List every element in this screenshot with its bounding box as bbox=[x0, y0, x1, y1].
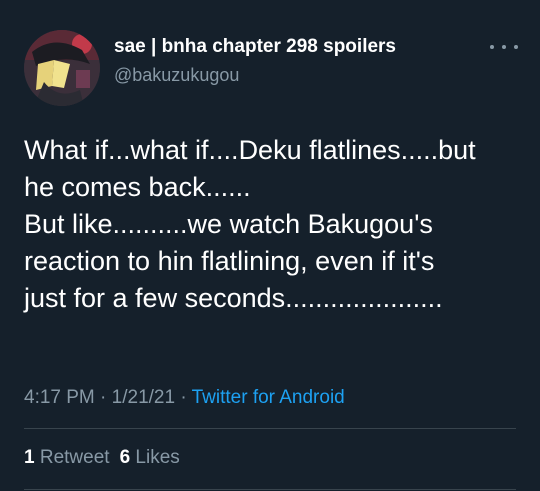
dot bbox=[514, 45, 518, 49]
like-count: 6 bbox=[119, 447, 131, 468]
separator: · bbox=[180, 387, 192, 408]
tweet-meta: 4:17 PM · 1/21/21 · Twitter for Android bbox=[24, 387, 345, 409]
tweet-text-line: But like..........we watch Bakugou's bbox=[24, 209, 433, 239]
tweet-text-line: he comes back...... bbox=[24, 172, 251, 202]
divider bbox=[24, 489, 516, 490]
more-options-icon[interactable] bbox=[490, 38, 518, 56]
tweet-text-line: just for a few seconds..................… bbox=[24, 283, 443, 313]
tweet-time[interactable]: 4:17 PM bbox=[24, 387, 95, 408]
dot bbox=[502, 45, 506, 49]
retweet-label: Retweet bbox=[39, 447, 110, 468]
divider bbox=[24, 428, 516, 429]
likes-stat[interactable]: 6 Likes bbox=[120, 447, 180, 468]
separator: · bbox=[100, 387, 112, 408]
like-label: Likes bbox=[135, 447, 180, 468]
dot bbox=[490, 45, 494, 49]
avatar[interactable] bbox=[24, 30, 100, 106]
display-name[interactable]: sae | bnha chapter 298 spoilers bbox=[114, 36, 396, 58]
tweet-date[interactable]: 1/21/21 bbox=[112, 387, 175, 408]
tweet-card: sae | bnha chapter 298 spoilers @bakuzuk… bbox=[0, 0, 540, 491]
tweet-text: What if...what if....Deku flatlines.....… bbox=[24, 132, 524, 317]
tweet-source-link[interactable]: Twitter for Android bbox=[192, 387, 345, 408]
tweet-text-line: What if...what if....Deku flatlines.....… bbox=[24, 135, 476, 165]
retweets-stat[interactable]: 1 Retweet bbox=[24, 447, 110, 468]
tweet-stats: 1 Retweet 6 Likes bbox=[24, 447, 180, 469]
user-handle[interactable]: @bakuzukugou bbox=[114, 65, 239, 86]
tweet-text-line: reaction to hin flatlining, even if it's bbox=[24, 246, 435, 276]
avatar-image bbox=[24, 30, 100, 106]
retweet-count: 1 bbox=[24, 447, 35, 468]
